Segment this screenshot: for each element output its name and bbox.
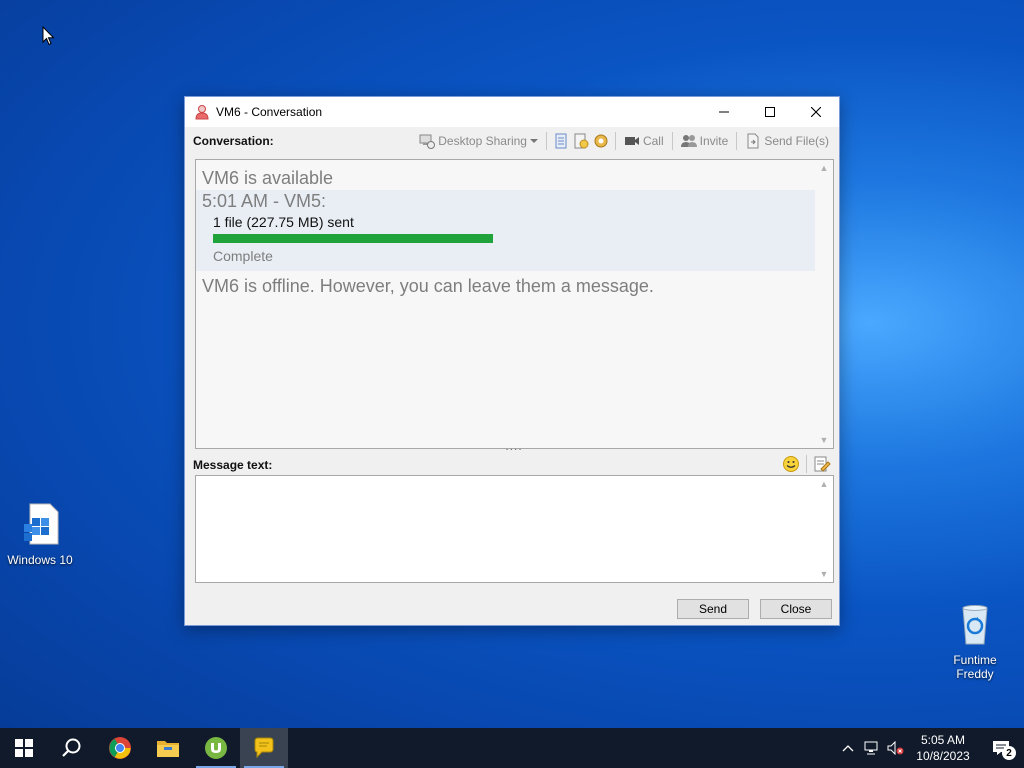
- minimize-button[interactable]: [701, 97, 747, 127]
- toolbar-separator: [806, 455, 807, 473]
- conversation-label: Conversation:: [193, 134, 274, 148]
- taskbar-app-file-explorer[interactable]: [144, 728, 192, 768]
- chrome-icon: [109, 737, 131, 759]
- message-input-container: ▲ ▼: [195, 475, 834, 583]
- scroll-down-arrow-icon[interactable]: ▼: [815, 566, 833, 582]
- message-text-header: Message text:: [193, 455, 831, 475]
- vm-file-icon: [24, 503, 59, 545]
- windows-start-icon: [15, 739, 33, 757]
- invite-button[interactable]: Invite: [679, 131, 731, 151]
- message-block: 5:01 AM - VM5: 1 file (227.75 MB) sent C…: [196, 190, 815, 271]
- notification-count-badge: 2: [1002, 746, 1016, 760]
- utorrent-icon: [205, 737, 227, 759]
- mouse-cursor-icon: [42, 26, 55, 46]
- transfer-progress-fill: [213, 234, 493, 243]
- available-status: VM6 is available: [202, 168, 334, 188]
- clock-time: 5:05 AM: [920, 733, 966, 747]
- toolbar-separator: [545, 132, 547, 150]
- chevron-down-icon: [529, 139, 538, 143]
- emoticon-icon[interactable]: [782, 455, 800, 473]
- close-icon: [811, 107, 821, 117]
- desktop-icon-label: Windows 10: [7, 553, 73, 567]
- desktop-sharing-label: Desktop Sharing: [438, 134, 527, 148]
- maximize-icon: [765, 107, 775, 117]
- volume-muted-icon: [887, 741, 904, 755]
- send-files-button[interactable]: Send File(s): [743, 131, 831, 151]
- messenger-icon: [254, 737, 274, 759]
- scroll-up-arrow-icon[interactable]: ▲: [815, 160, 833, 176]
- scroll-down-arrow-icon[interactable]: ▼: [815, 432, 833, 448]
- conversation-history[interactable]: VM6 is available 5:01 AM - VM5: 1 file (…: [195, 159, 834, 449]
- close-button[interactable]: Close: [760, 599, 832, 619]
- send-files-label: Send File(s): [764, 134, 829, 148]
- scroll-up-arrow-icon[interactable]: ▲: [815, 476, 833, 492]
- send-file-icon: [747, 133, 759, 149]
- volume-status[interactable]: [884, 728, 908, 768]
- invite-users-icon: [680, 135, 697, 147]
- pane-splitter-handle[interactable]: ····: [505, 445, 523, 455]
- conversation-scrollbar[interactable]: ▲ ▼: [815, 160, 833, 448]
- desktop-icon-windows10[interactable]: Windows 10: [0, 502, 80, 567]
- system-clock[interactable]: 5:05 AM 10/8/2023: [908, 732, 978, 764]
- system-tray: 5:05 AM 10/8/2023 2: [836, 728, 1024, 768]
- file-explorer-icon: [157, 741, 179, 757]
- toolbar-separator: [736, 132, 738, 150]
- file-transfer-info: 1 file (227.75 MB) sent: [213, 214, 354, 230]
- taskbar-app-messenger[interactable]: [240, 728, 288, 768]
- invite-label: Invite: [699, 134, 729, 148]
- clock-date: 10/8/2023: [916, 749, 970, 763]
- taskbar-app-chrome[interactable]: [96, 728, 144, 768]
- show-hidden-icons-button[interactable]: [836, 728, 860, 768]
- call-label: Call: [642, 134, 664, 148]
- close-window-button[interactable]: [793, 97, 839, 127]
- maximize-button[interactable]: [747, 97, 793, 127]
- taskbar: 5:05 AM 10/8/2023 2: [0, 728, 1024, 768]
- chevron-up-icon: [842, 745, 854, 752]
- network-status[interactable]: [860, 728, 884, 768]
- search-icon: [62, 738, 81, 757]
- transfer-status: Complete: [213, 248, 273, 264]
- offline-status: VM6 is offline. However, you can leave t…: [202, 276, 654, 296]
- conversation-window: VM6 - Conversation Conversation: Desktop…: [184, 96, 840, 626]
- desktop-icon-label: Funtime Freddy: [953, 653, 997, 681]
- message-scrollbar[interactable]: ▲ ▼: [815, 476, 833, 582]
- send-button[interactable]: Send: [677, 599, 749, 619]
- recycle-bin-icon: [962, 605, 988, 645]
- message-header: 5:01 AM - VM5:: [202, 191, 327, 211]
- toolbar-separator: [614, 132, 616, 150]
- desktop-icon-recycle-bin[interactable]: Funtime Freddy: [935, 602, 1015, 681]
- contact-info-icon[interactable]: [573, 133, 589, 149]
- video-camera-icon: [624, 137, 639, 145]
- message-text-input[interactable]: [196, 476, 817, 582]
- start-button[interactable]: [0, 728, 48, 768]
- toolbar-separator: [671, 132, 673, 150]
- title-bar[interactable]: VM6 - Conversation: [185, 97, 839, 127]
- network-icon: [864, 741, 878, 755]
- window-title: VM6 - Conversation: [216, 105, 323, 119]
- settings-icon[interactable]: [593, 133, 609, 149]
- conversation-header: Conversation: Desktop Sharing Call Invit…: [185, 127, 839, 155]
- transfer-progress-bar: [213, 234, 493, 243]
- message-text-label: Message text:: [193, 458, 273, 472]
- minimize-icon: [719, 111, 729, 113]
- desktop-sharing-icon: [419, 134, 436, 149]
- history-icon[interactable]: [553, 133, 569, 149]
- conversation-toolbar: Desktop Sharing Call Invite Send File(s): [417, 131, 831, 151]
- taskbar-app-utorrent[interactable]: [192, 728, 240, 768]
- text-format-icon[interactable]: [813, 455, 831, 473]
- search-button[interactable]: [48, 728, 96, 768]
- call-button[interactable]: Call: [622, 131, 666, 151]
- user-icon: [195, 105, 209, 120]
- desktop-sharing-button[interactable]: Desktop Sharing: [417, 131, 540, 151]
- action-center-button[interactable]: 2: [978, 728, 1024, 768]
